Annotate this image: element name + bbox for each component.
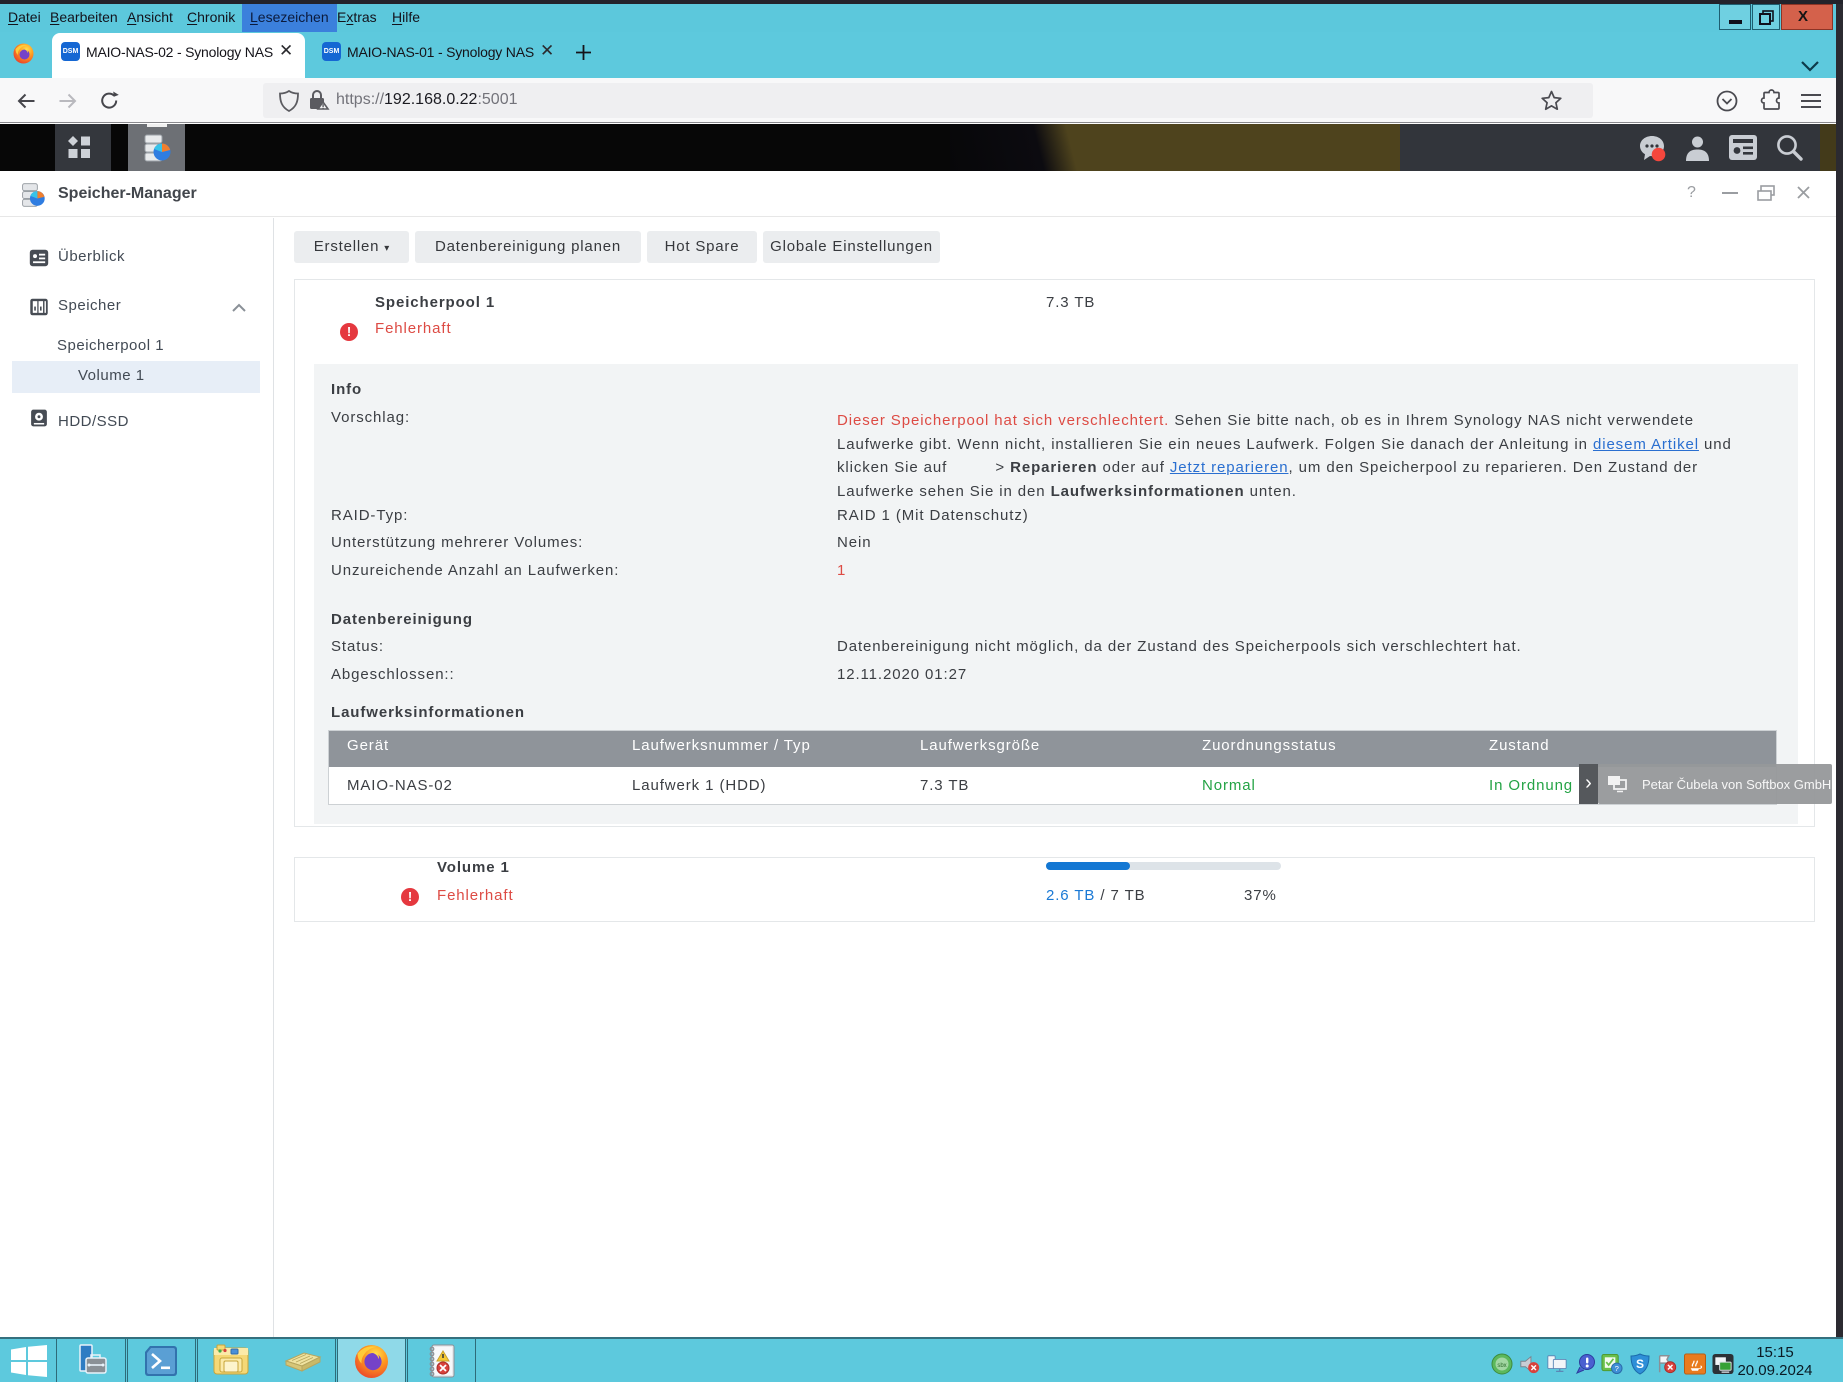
svg-text:?: ?	[1615, 1364, 1619, 1373]
svg-text:sbx: sbx	[1497, 1363, 1506, 1369]
svg-text:S: S	[1636, 1357, 1644, 1371]
